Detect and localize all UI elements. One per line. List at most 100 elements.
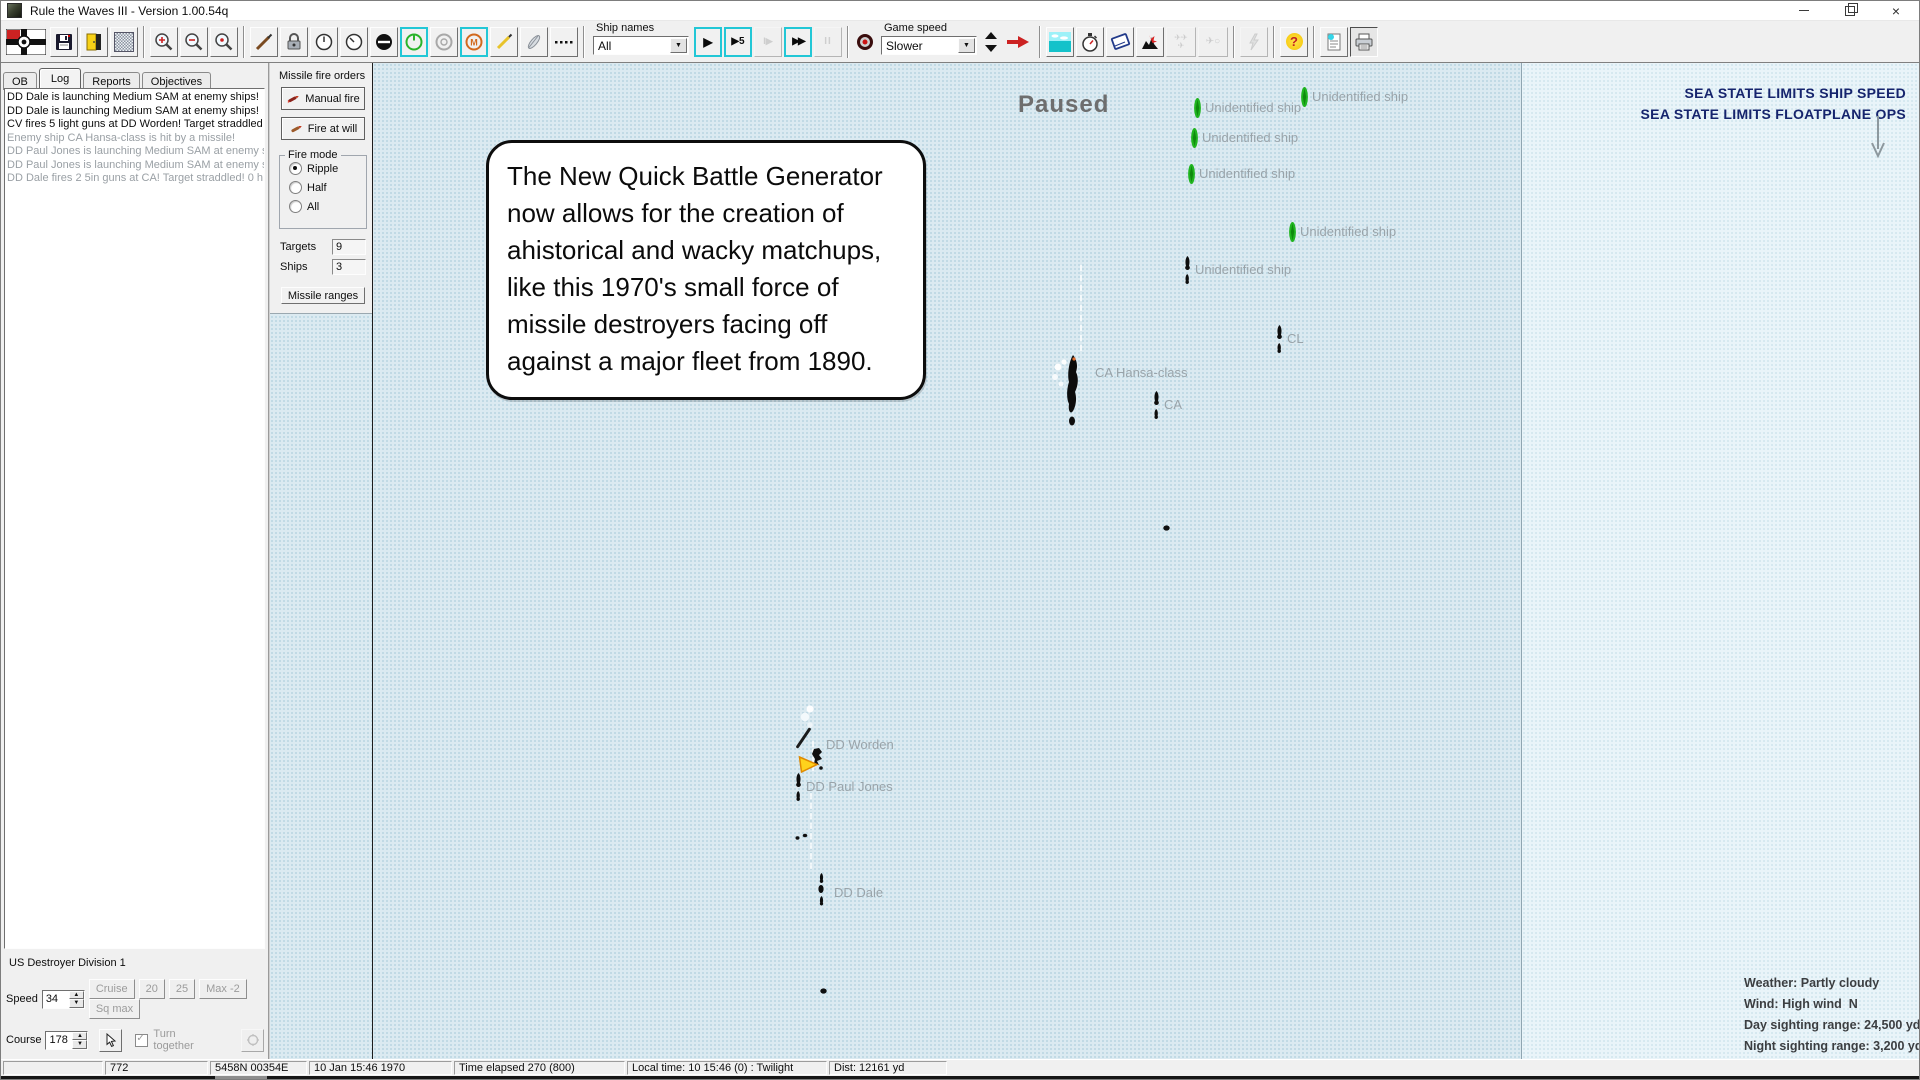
signal-noise-button[interactable] [110,27,138,57]
ship-contact-dd-paul-jones[interactable]: DD Paul Jones [793,772,804,815]
fire-mode-half[interactable]: Half [289,181,366,194]
minimize-button[interactable] [1781,1,1827,20]
close-button[interactable]: × [1873,1,1919,20]
clock-button[interactable] [310,27,338,57]
bottom-strip [1,1076,1919,1079]
status-cell [3,1061,103,1075]
fire-mode-ripple[interactable]: Ripple [289,162,366,175]
restore-button[interactable] [1827,1,1873,20]
battle-log-list[interactable]: DD Dale is launching Medium SAM at enemy… [4,88,265,949]
play-button[interactable]: ▶ [694,27,722,57]
gray-ring-button[interactable] [430,27,458,57]
ship-names-select-value: All [598,39,611,53]
game-speed-select-dropdown[interactable]: Slower▼ [881,36,977,55]
german-ensign-flag-icon[interactable] [4,27,48,57]
sea-view-button[interactable] [1046,27,1074,57]
ship-names-select-dropdown[interactable]: All ▼ [593,36,689,55]
ship-contact-ca-hansa-class[interactable]: CA Hansa-class [1051,353,1097,436]
advance-arrow-button[interactable] [1002,27,1034,57]
weather-line: Wind: High wind N [1744,994,1919,1015]
quill-button[interactable] [520,27,548,57]
ship-contact-dd-dale[interactable]: DD Dale [815,872,828,913]
missile-m-button[interactable]: M [460,27,488,57]
gunnery-button[interactable] [250,27,278,57]
green-ring-button[interactable] [400,27,428,57]
help-button[interactable]: ? [1280,27,1308,57]
zoom-select-button[interactable] [210,27,238,57]
speed-preset-cruise: Cruise [89,979,135,999]
contact-label: CA [1164,397,1182,412]
targets-label: Targets [280,241,316,253]
manual-fire-button[interactable]: Manual fire [281,87,365,110]
log-entry: Enemy ship CA Hansa-class is hit by a mi… [7,132,264,146]
ship-contact-unidentified-ship[interactable]: Unidentified ship [1300,86,1309,113]
speed-up-button[interactable]: ▲ [69,991,84,1000]
missile-ranges-button[interactable]: Missile ranges [281,287,365,304]
contact-label: Unidentified ship [1195,262,1291,277]
ship-contact-unidentified-ship[interactable]: Unidentified ship [1187,163,1196,190]
map-marker[interactable] [794,828,809,846]
contact-label: DD Worden [826,737,894,752]
callout-line: ahistorical and wacky matchups, [507,232,917,269]
course-stepper[interactable]: 178 ▲▼ [45,1031,88,1050]
contact-label: CA Hansa-class [1095,365,1187,380]
course-up-button[interactable]: ▲ [72,1032,87,1041]
report-button[interactable] [1320,27,1348,57]
ship-contact-dd-worden[interactable]: DD Worden [802,726,805,750]
missile-icon [286,93,301,105]
radio-icon[interactable] [289,200,302,213]
exit-door-button[interactable] [80,27,108,57]
fire-mode-all[interactable]: All [289,200,366,213]
stopwatch-button[interactable] [1076,27,1104,57]
tactical-map[interactable]: Paused The New Quick Battle Generatornow… [373,63,1919,1059]
radio-icon[interactable] [289,181,302,194]
speed-down-button[interactable]: ▼ [69,999,84,1008]
dropdown-arrow-icon[interactable]: ▼ [958,38,975,53]
damage-button[interactable] [1136,27,1164,57]
dropdown-arrow-icon[interactable]: ▼ [670,38,687,53]
lock-button[interactable] [280,27,308,57]
log-entry: DD Paul Jones is launching Medium SAM at… [7,159,264,173]
ship-contact-cl[interactable]: CL [1274,324,1285,367]
pencil-button[interactable] [490,27,518,57]
print-button[interactable] [1350,27,1378,57]
svg-text:M: M [470,37,478,47]
zoom-in-button[interactable] [150,27,178,57]
fire-at-will-button[interactable]: Fire at will [281,117,365,140]
speed-row: Speed 34 ▲▼ Cruise2025Max -2Sq max [5,979,264,1019]
ship-contact-ca[interactable]: CA [1151,390,1162,433]
zoom-out-button[interactable] [180,27,208,57]
ship-contact-unidentified-ship[interactable]: Unidentified ship [1288,221,1297,248]
contact-label: Unidentified ship [1312,89,1408,104]
ships-value: 3 [332,259,366,275]
tab-log[interactable]: Log [39,68,81,88]
map-marker[interactable] [1162,519,1171,537]
speed-spinner[interactable] [982,27,1000,57]
ship-contact-unidentified-ship[interactable]: Unidentified ship [1193,97,1202,124]
save-button[interactable] [50,27,78,57]
map-marker[interactable] [819,982,828,1000]
speed-label: Speed [6,993,38,1005]
game-speed-select: Game speedSlower▼ [881,23,977,60]
cursor-icon [104,1033,118,1047]
fast-forward-button[interactable]: ▶▶ [784,27,812,57]
ships-label: Ships [280,261,308,273]
course-down-button[interactable]: ▼ [72,1040,87,1049]
clock-hand-button[interactable] [340,27,368,57]
roundel-icon[interactable] [854,27,876,57]
ship-contact-unidentified-ship[interactable]: Unidentified ship [1190,127,1199,154]
status-cell: Local time: 10 15:46 (0) : Twilight [627,1061,827,1075]
callout-line: against a major fleet from 1890. [507,343,917,380]
set-course-button[interactable] [99,1029,122,1052]
fire-mode-label: Fire mode [285,149,341,161]
log-book-button[interactable] [1106,27,1134,57]
play-5-button[interactable]: ▶5 [724,27,752,57]
ship-contact-unidentified-ship[interactable]: Unidentified ship [1182,255,1193,298]
speed-stepper[interactable]: 34 ▲▼ [42,990,85,1009]
radio-icon[interactable] [289,162,302,175]
torpedo-button[interactable] [370,27,398,57]
minimize-icon [1799,10,1809,11]
dots-button[interactable] [550,27,578,57]
app-icon [7,3,22,18]
speed-value: 34 [43,991,69,1008]
